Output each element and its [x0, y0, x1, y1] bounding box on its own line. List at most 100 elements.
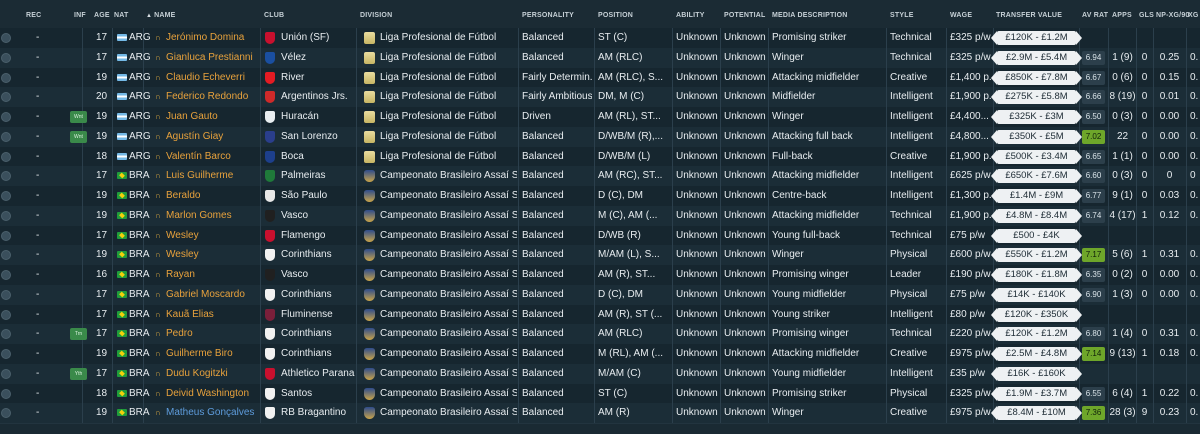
club-link[interactable]: São Paulo: [281, 186, 355, 206]
table-row[interactable]: - Yth 17 BRA ∩ Dudu Kogitzki Athletico Parana.…: [0, 363, 1200, 385]
table-row[interactable]: - Wnt 19 ARG ∩ Juan Gauto Huracán Liga Profesio…: [0, 107, 1200, 128]
col-potential[interactable]: POTENTIAL: [724, 12, 765, 19]
division-link[interactable]: Campeonato Brasileiro Assaí Sé...: [380, 305, 517, 325]
table-row[interactable]: - 19 BRA ∩ Marlon Gomes Vasco Campeonato Brasi…: [0, 205, 1200, 227]
table-row[interactable]: - 19 BRA ∩ Guilherme Biro Corinthians Campeona…: [0, 344, 1200, 365]
select-checkbox[interactable]: [1, 388, 11, 399]
table-row[interactable]: - 18 ARG ∩ Valentín Barco Boca Liga Profesiona…: [0, 146, 1200, 168]
player-name-link[interactable]: Beraldo: [166, 186, 258, 206]
select-checkbox[interactable]: [1, 250, 11, 261]
col-apps[interactable]: APPS: [1112, 12, 1132, 19]
player-name-link[interactable]: Wesley: [166, 226, 258, 246]
player-name-link[interactable]: Valentín Barco: [166, 147, 258, 167]
division-link[interactable]: Campeonato Brasileiro Assaí Sé...: [380, 403, 517, 423]
club-link[interactable]: Argentinos Jrs.: [281, 87, 355, 107]
col-personality[interactable]: PERSONALITY: [522, 12, 574, 19]
select-checkbox[interactable]: [1, 33, 11, 43]
select-checkbox[interactable]: [1, 289, 11, 300]
club-link[interactable]: Vasco: [281, 265, 355, 285]
table-row[interactable]: - Wnt 19 ARG ∩ Agustín Giay San Lorenzo Liga Pr…: [0, 126, 1200, 148]
club-link[interactable]: Corinthians: [281, 245, 355, 265]
col-rec[interactable]: REC: [26, 12, 41, 19]
club-link[interactable]: Unión (SF): [281, 28, 355, 48]
division-link[interactable]: Campeonato Brasileiro Assaí Sé...: [380, 245, 517, 265]
club-link[interactable]: Boca: [281, 147, 355, 167]
table-row[interactable]: - 17 BRA ∩ Luis Guilherme Palmeiras Campeonato…: [0, 166, 1200, 188]
division-link[interactable]: Campeonato Brasileiro Assaí Sé...: [380, 206, 517, 226]
select-checkbox[interactable]: [1, 230, 11, 241]
table-row[interactable]: - 19 BRA ∩ Matheus Gonçalves RB Bragantino Cam…: [0, 403, 1200, 425]
club-link[interactable]: Athletico Parana...: [281, 364, 355, 384]
player-name-link[interactable]: Gianluca Prestianni: [166, 48, 258, 68]
col-name[interactable]: ▲ NAME: [146, 12, 176, 19]
select-checkbox[interactable]: [1, 210, 11, 221]
division-link[interactable]: Campeonato Brasileiro Assaí Sé...: [380, 384, 517, 404]
division-link[interactable]: Campeonato Brasileiro Assaí Sé...: [380, 265, 517, 285]
col-xg[interactable]: XG: [1188, 12, 1199, 19]
club-link[interactable]: Corinthians: [281, 285, 355, 305]
select-checkbox[interactable]: [1, 270, 11, 280]
division-link[interactable]: Campeonato Brasileiro Assaí Sé...: [380, 285, 517, 305]
col-club[interactable]: CLUB: [264, 12, 284, 19]
player-name-link[interactable]: Agustín Giay: [166, 127, 258, 147]
player-name-link[interactable]: Matheus Gonçalves: [166, 403, 258, 423]
select-checkbox[interactable]: [1, 151, 11, 162]
player-name-link[interactable]: Dudu Kogitzki: [166, 364, 258, 384]
table-row[interactable]: - 20 ARG ∩ Federico Redondo Argentinos Jrs. Li…: [0, 87, 1200, 109]
player-name-link[interactable]: Wesley: [166, 245, 258, 265]
select-checkbox[interactable]: [1, 112, 11, 122]
club-link[interactable]: Flamengo: [281, 226, 355, 246]
division-link[interactable]: Liga Profesional de Fútbol: [380, 107, 517, 127]
select-checkbox[interactable]: [1, 72, 11, 83]
col-inf[interactable]: INF: [74, 12, 86, 19]
club-link[interactable]: San Lorenzo: [281, 127, 355, 147]
select-checkbox[interactable]: [1, 349, 11, 359]
col-division[interactable]: DIVISION: [360, 12, 392, 19]
select-checkbox[interactable]: [1, 52, 11, 63]
select-checkbox[interactable]: [1, 131, 11, 142]
player-name-link[interactable]: Rayan: [166, 265, 258, 285]
select-checkbox[interactable]: [1, 309, 11, 320]
player-name-link[interactable]: Claudio Echeverri: [166, 68, 258, 88]
club-link[interactable]: Huracán: [281, 107, 355, 127]
club-link[interactable]: RB Bragantino: [281, 403, 355, 423]
col-style[interactable]: STYLE: [890, 12, 914, 19]
table-row[interactable]: - 17 BRA ∩ Kauã Elias Fluminense Campeonato Br…: [0, 304, 1200, 326]
col-ability[interactable]: ABILITY: [676, 12, 705, 19]
player-name-link[interactable]: Kauã Elias: [166, 305, 258, 325]
table-row[interactable]: - 18 BRA ∩ Deivid Washington Santos Campeonato…: [0, 383, 1200, 405]
table-row[interactable]: - 19 BRA ∩ Beraldo São Paulo Campeonato Brasil…: [0, 186, 1200, 207]
table-row[interactable]: - 17 ARG ∩ Gianluca Prestianni Vélez Liga Prof…: [0, 47, 1200, 69]
club-link[interactable]: Santos: [281, 384, 355, 404]
division-link[interactable]: Campeonato Brasileiro Assaí Sé...: [380, 324, 517, 344]
select-checkbox[interactable]: [1, 191, 11, 201]
table-row[interactable]: - 17 BRA ∩ Gabriel Moscardo Corinthians Campeo…: [0, 284, 1200, 306]
col-transfer-value[interactable]: TRANSFER VALUE: [996, 12, 1062, 19]
club-link[interactable]: Vélez: [281, 48, 355, 68]
division-link[interactable]: Liga Profesional de Fútbol: [380, 87, 517, 107]
col-position[interactable]: POSITION: [598, 12, 633, 19]
division-link[interactable]: Liga Profesional de Fútbol: [380, 68, 517, 88]
select-checkbox[interactable]: [1, 92, 11, 103]
division-link[interactable]: Liga Profesional de Fútbol: [380, 28, 517, 48]
table-row[interactable]: - 19 BRA ∩ Wesley Corinthians Campeonato Brasi…: [0, 245, 1200, 267]
table-row[interactable]: - 17 ARG ∩ Jerónimo Domina Unión (SF) Liga Pro…: [0, 28, 1200, 49]
player-name-link[interactable]: Federico Redondo: [166, 87, 258, 107]
col-media[interactable]: MEDIA DESCRIPTION: [772, 12, 847, 19]
select-checkbox[interactable]: [1, 171, 11, 182]
club-link[interactable]: Corinthians: [281, 324, 355, 344]
table-row[interactable]: - Trn 17 BRA ∩ Pedro Corinthians Campeonato Bra…: [0, 324, 1200, 346]
col-av-rat[interactable]: AV RAT: [1082, 12, 1108, 19]
player-name-link[interactable]: Jerónimo Domina: [166, 28, 258, 48]
division-link[interactable]: Campeonato Brasileiro Assaí Sé...: [380, 226, 517, 246]
select-checkbox[interactable]: [1, 329, 11, 340]
club-link[interactable]: Fluminense: [281, 305, 355, 325]
division-link[interactable]: Liga Profesional de Fútbol: [380, 147, 517, 167]
player-name-link[interactable]: Marlon Gomes: [166, 206, 258, 226]
player-name-link[interactable]: Deivid Washington: [166, 384, 258, 404]
division-link[interactable]: Liga Profesional de Fútbol: [380, 48, 517, 68]
division-link[interactable]: Campeonato Brasileiro Assaí Sé...: [380, 166, 517, 186]
player-name-link[interactable]: Gabriel Moscardo: [166, 285, 258, 305]
player-name-link[interactable]: Juan Gauto: [166, 107, 258, 127]
club-link[interactable]: River: [281, 68, 355, 88]
